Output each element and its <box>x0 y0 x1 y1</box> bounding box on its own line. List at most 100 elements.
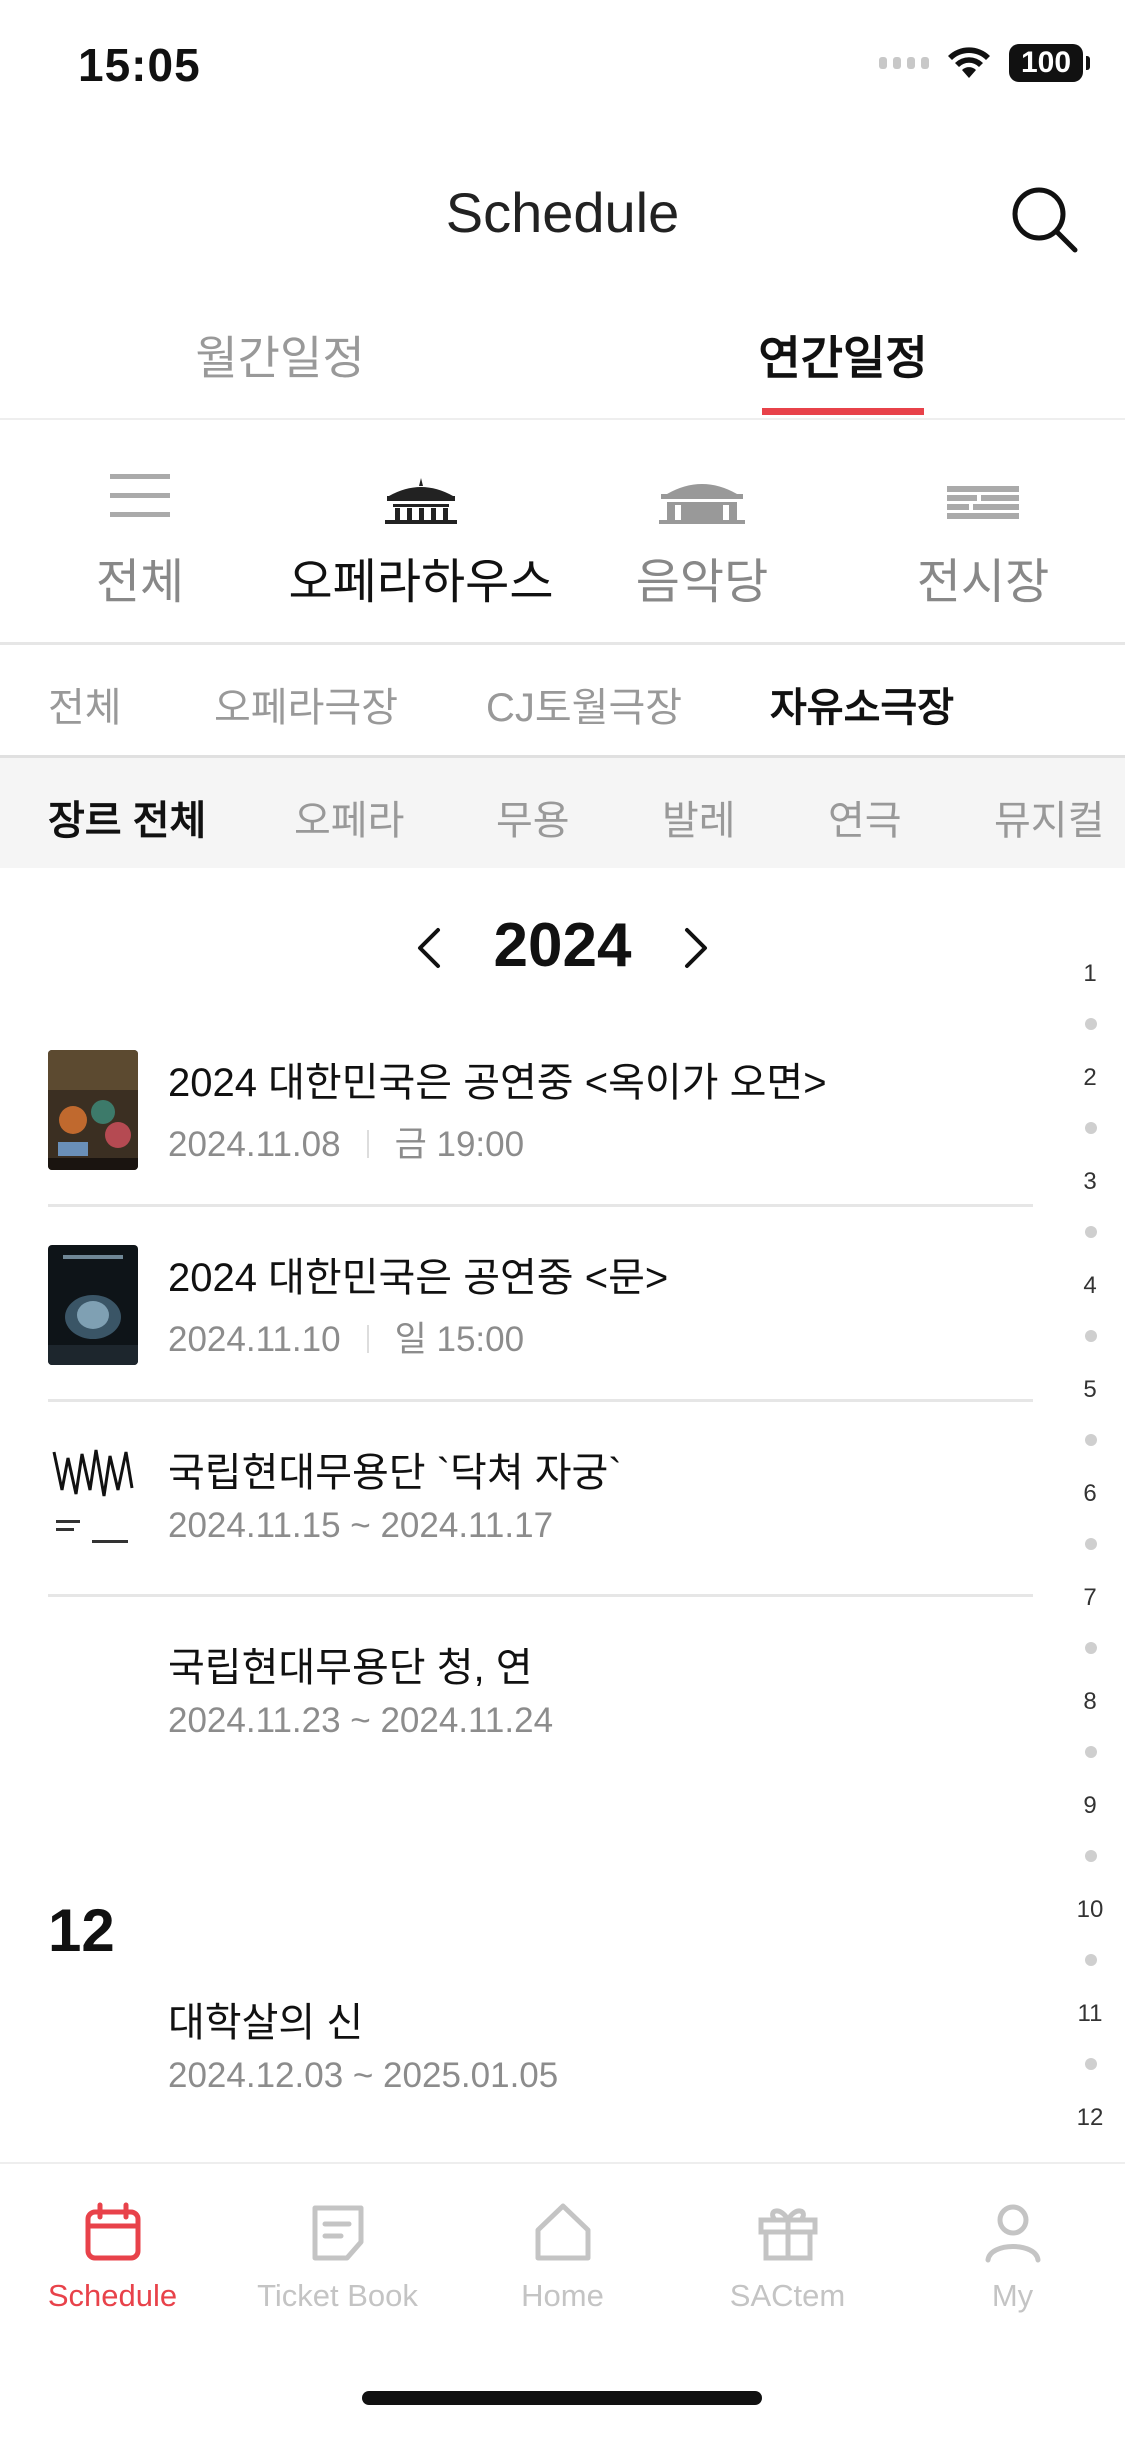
tab-bar-sactem[interactable]: SACtem <box>675 2198 900 2314</box>
event-list-item[interactable]: 대학살의 신 2024.12.03 ~ 2025.01.05 <box>48 1990 1033 2144</box>
event-list-item[interactable]: 2024 대한민국은 공연중 <문> 2024.11.10 일 15:00 <box>48 1245 1033 1402</box>
tab-monthly[interactable]: 월간일정 <box>180 322 380 388</box>
hall-all[interactable]: 전체 <box>48 675 122 733</box>
genre-all[interactable]: 장르 전체 <box>48 788 206 846</box>
tab-bar-label: Ticket Book <box>257 2278 418 2313</box>
previous-year-button[interactable] <box>400 918 460 978</box>
genre-theater[interactable]: 연극 <box>828 788 902 846</box>
search-button[interactable] <box>1005 180 1085 260</box>
month-index-dot <box>1085 1018 1097 1030</box>
year-label: 2024 <box>493 911 632 980</box>
active-tab-indicator <box>762 408 924 415</box>
month-header: 12 <box>48 1897 115 1964</box>
event-date: 2024.11.10 일 15:00 <box>168 1320 525 1359</box>
status-icons: 100 <box>879 44 1090 82</box>
venue-exhibition-hall[interactable]: 전시장 <box>843 464 1123 612</box>
tab-bar-label: SACtem <box>729 2278 846 2313</box>
month-index-8[interactable]: 8 <box>1055 1688 1125 1716</box>
concert-hall-icon <box>659 484 745 524</box>
month-index-3[interactable]: 3 <box>1055 1168 1125 1196</box>
month-index-11[interactable]: 11 <box>1055 2000 1125 2028</box>
genre-dance[interactable]: 무용 <box>496 788 570 846</box>
wifi-icon <box>948 47 990 78</box>
venue-label: 전시장 <box>916 556 1050 609</box>
cellular-signal-icon <box>879 57 929 69</box>
venue-concert-hall[interactable]: 음악당 <box>562 464 842 612</box>
event-list-item[interactable]: 2024 대한민국은 공연중 <옥이가 오면> 2024.11.08 금 19:0… <box>48 1050 1033 1207</box>
month-index-dot <box>1085 1330 1097 1342</box>
chevron-right-icon <box>685 928 707 968</box>
menu-icon <box>110 474 170 517</box>
genre-ballet[interactable]: 발레 <box>662 788 736 846</box>
page-title: Schedule <box>445 181 680 244</box>
tab-bar-label: My <box>991 2278 1034 2313</box>
status-time: 15:05 <box>78 39 201 91</box>
month-index-7[interactable]: 7 <box>1055 1584 1125 1612</box>
venue-opera-house[interactable]: 오페라하우스 <box>281 464 561 612</box>
venue-all[interactable]: 전체 <box>0 464 280 612</box>
month-index-dot <box>1085 1434 1097 1446</box>
tab-bar-schedule[interactable]: Schedule <box>0 2198 225 2314</box>
event-title: 2024 대한민국은 공연중 <문> <box>168 1256 669 1300</box>
event-poster <box>48 1440 138 1560</box>
venue-filter: 전체 오페라하우스 음악당 전시장 <box>0 420 1125 645</box>
month-index-4[interactable]: 4 <box>1055 1272 1125 1300</box>
calendar-icon <box>85 2202 140 2261</box>
month-index-dot <box>1085 1850 1097 1862</box>
event-date: 2024.11.15 ~ 2024.11.17 <box>168 1506 554 1545</box>
search-icon <box>1012 187 1078 253</box>
tab-bar-home[interactable]: Home <box>450 2198 675 2314</box>
tab-bar-ticket-book[interactable]: Ticket Book <box>225 2198 450 2314</box>
event-title: 2024 대한민국은 공연중 <옥이가 오면> <box>168 1061 827 1105</box>
tab-bar-label: Home <box>521 2278 604 2313</box>
month-index-dot <box>1085 1642 1097 1654</box>
venue-label: 오페라하우스 <box>288 556 554 609</box>
genre-filter: 장르 전체 오페라 무용 발레 연극 뮤지컬 <box>0 758 1125 868</box>
tab-bar-label: Schedule <box>47 2278 178 2313</box>
month-index-5[interactable]: 5 <box>1055 1376 1125 1404</box>
month-index-12[interactable]: 12 <box>1055 2104 1125 2132</box>
home-indicator <box>362 2391 762 2405</box>
hall-opera-theater[interactable]: 오페라극장 <box>214 675 398 733</box>
genre-opera[interactable]: 오페라 <box>294 788 404 846</box>
venue-label: 전체 <box>95 556 185 609</box>
event-date: 2024.12.03 ~ 2025.01.05 <box>168 2056 559 2095</box>
event-list-item[interactable]: 국립현대무용단 청, 연 2024.11.23 ~ 2024.11.24 <box>48 1635 1033 1789</box>
year-selector: 2024 <box>0 900 1030 1000</box>
month-index-6[interactable]: 6 <box>1055 1480 1125 1508</box>
tab-bar-my[interactable]: My <box>900 2198 1125 2314</box>
schedule-tabs: 월간일정 연간일정 <box>0 310 1125 420</box>
hall-filter: 전체 오페라극장 CJ토월극장 자유소극장 <box>0 645 1125 758</box>
event-date: 2024.11.23 ~ 2024.11.24 <box>168 1701 554 1740</box>
month-index-1[interactable]: 1 <box>1055 960 1125 988</box>
person-icon <box>985 2204 1040 2263</box>
hall-cj-towol[interactable]: CJ토월극장 <box>486 675 682 733</box>
date-divider <box>366 1130 369 1158</box>
tab-yearly[interactable]: 연간일정 <box>743 322 943 388</box>
venue-label: 음악당 <box>635 556 769 609</box>
home-icon <box>535 2203 590 2261</box>
ticket-book-icon <box>312 2205 363 2261</box>
event-date: 2024.11.08 금 19:00 <box>168 1125 525 1164</box>
month-index-9[interactable]: 9 <box>1055 1792 1125 1820</box>
battery-icon: 100 <box>1009 44 1090 82</box>
month-index-dot <box>1085 2058 1097 2070</box>
month-index-dot <box>1085 1122 1097 1134</box>
exhibition-hall-icon <box>947 486 1019 519</box>
month-index-2[interactable]: 2 <box>1055 1064 1125 1092</box>
event-poster <box>48 1050 138 1170</box>
event-title: 국립현대무용단 청, 연 <box>168 1646 533 1690</box>
month-index-dot <box>1085 1538 1097 1550</box>
next-year-button[interactable] <box>665 918 725 978</box>
event-title: 국립현대무용단 `닥쳐 자궁` <box>168 1451 622 1495</box>
month-index-10[interactable]: 10 <box>1055 1896 1125 1924</box>
genre-musical[interactable]: 뮤지컬 <box>994 788 1104 846</box>
event-poster <box>48 1245 138 1365</box>
gift-icon <box>758 2208 817 2261</box>
date-divider <box>366 1325 369 1353</box>
hall-jayu-theater[interactable]: 자유소극장 <box>770 675 954 733</box>
month-index-dot <box>1085 1746 1097 1758</box>
event-title: 대학살의 신 <box>168 2001 364 2045</box>
event-list-item[interactable]: 국립현대무용단 `닥쳐 자궁` 2024.11.15 ~ 2024.11.17 <box>48 1440 1033 1597</box>
month-index-dot <box>1085 1954 1097 1966</box>
